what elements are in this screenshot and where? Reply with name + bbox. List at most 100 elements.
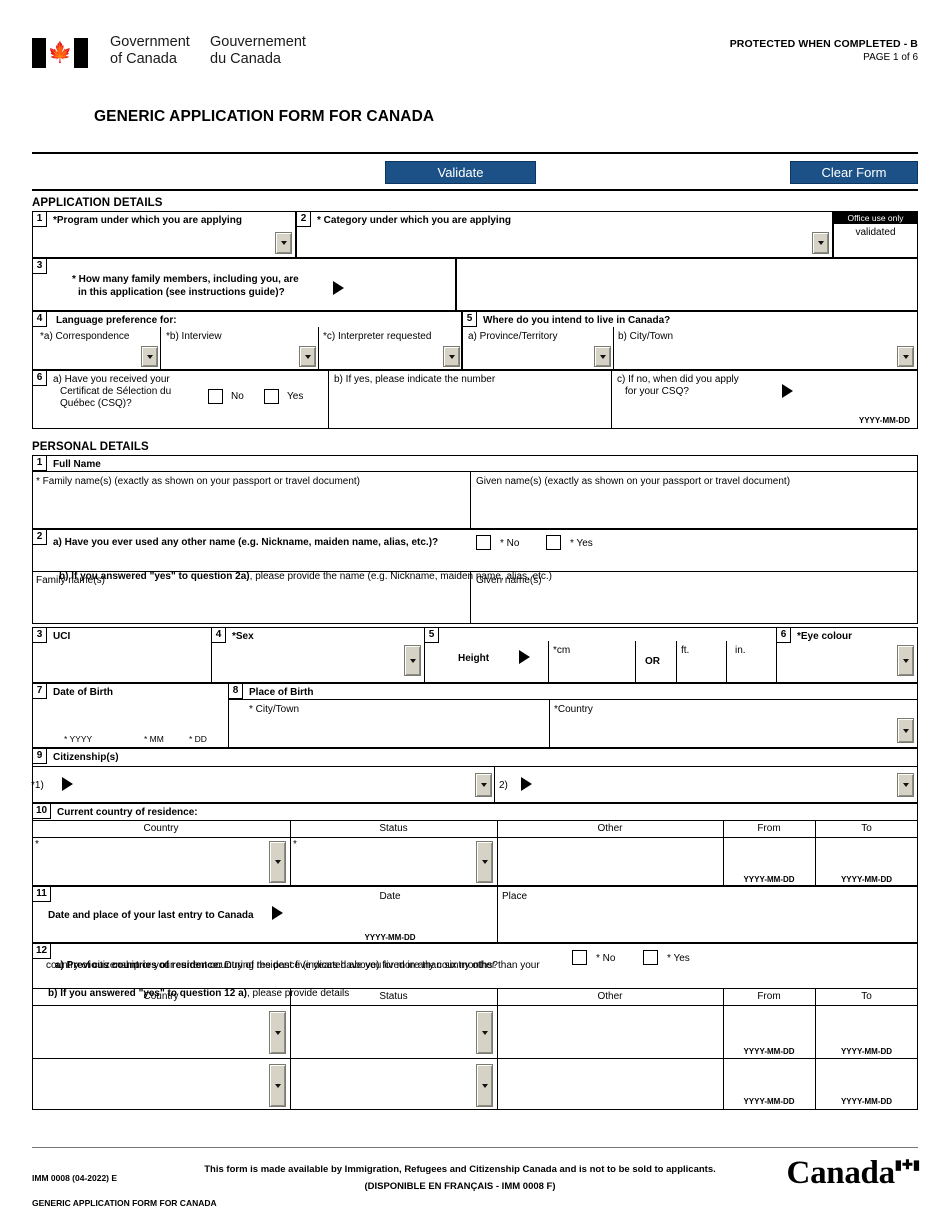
p1-label: Full Name [53,459,101,470]
p9-item2-dropdown[interactable] [897,773,914,797]
p10-row1-status-dropdown[interactable] [476,841,493,883]
p12-row2-country-dropdown[interactable] [269,1064,286,1107]
p8-country-label: *Country [554,704,593,715]
p11-number: 11 [32,886,51,902]
p11-place-label: Place [502,891,528,902]
p10-col-status: Status [379,823,408,834]
p9-divider [494,766,495,803]
p5-number: 5 [424,627,439,643]
clear-form-button[interactable]: Clear Form [790,161,918,184]
p4-sex-label: *Sex [232,631,254,642]
q6-divider-1 [328,370,329,429]
p10-row1-from-format: YYYY-MM-DD [743,875,795,884]
p4-sex-dropdown[interactable] [404,645,421,676]
p2-given-name-label: Given name(s) [476,575,542,586]
p11-label: Date and place of your last entry to Can… [48,910,254,921]
p12-row1-country-dropdown[interactable] [269,1011,286,1054]
p12a-line2: country of citizenship or your current c… [46,960,498,971]
p12-v2 [497,988,498,1110]
p6-number: 6 [776,627,791,643]
p12-row2-status-dropdown[interactable] [476,1064,493,1107]
p12-number: 12 [32,943,51,959]
p2a-yes-checkbox[interactable] [546,535,561,550]
p5-field-pointer-icon [519,650,530,664]
p5-ft-label: ft. [681,645,690,656]
validate-button[interactable]: Validate [385,161,536,184]
canada-wordmark-flag-icon: ▮✚▮ [894,1157,920,1172]
page-number-label: PAGE 1 of 6 [863,52,918,63]
divider-bottom [32,189,918,191]
page-title: GENERIC APPLICATION FORM FOR CANADA [94,108,435,125]
p12-header-top [32,988,918,989]
q4-correspondence-dropdown[interactable] [141,346,158,367]
q1-program-dropdown[interactable] [275,232,292,254]
p7-mm-label: * MM [144,734,164,744]
p10-col-to: To [861,823,872,834]
q3-family-members-input[interactable] [456,258,918,311]
footer-divider [32,1147,918,1148]
canada-flag-icon: 🍁 [32,38,88,68]
q6b-label: b) If yes, please indicate the number [334,374,496,385]
p12-row1-status-dropdown[interactable] [476,1011,493,1054]
q2-label: * Category under which you are applying [317,215,511,226]
p12-row1-to-format: YYYY-MM-DD [840,1047,893,1056]
p2-divider [470,571,471,624]
q6-number: 6 [32,370,47,386]
q6c-date-format: YYYY-MM-DD [858,416,910,425]
q6a-no-checkbox[interactable] [208,389,223,404]
p8-city-label: * City/Town [249,704,300,715]
p12-v1 [290,988,291,1110]
q5-province-label: a) Province/Territory [468,331,558,342]
protected-label: PROTECTED WHEN COMPLETED - B [729,38,918,50]
p10-row1-country-dropdown[interactable] [269,841,286,883]
p12a-no-label: * No [596,953,616,964]
p4-number: 4 [211,627,226,643]
p1-family-name-label: * Family name(s) (exactly as shown on yo… [36,476,361,487]
q3-label-line2: in this application (see instructions gu… [78,287,285,298]
p9-item1-pointer-icon [62,777,73,791]
q6c-line1: c) If no, when did you apply [617,374,739,385]
q6-divider-2 [611,370,612,429]
q5-province-dropdown[interactable] [594,346,611,367]
q4-label: Language preference for: [56,315,177,326]
q6a-yes-checkbox[interactable] [264,389,279,404]
q5-city-dropdown[interactable] [897,346,914,367]
p5-in-left-divider [726,641,727,683]
p8-country-divider [549,699,550,748]
q4-interview-dropdown[interactable] [299,346,316,367]
p10-v2 [497,820,498,886]
q2-category-dropdown[interactable] [812,232,829,254]
q4-divider-2 [318,327,319,370]
form-toolbar: Validate Clear Form [32,161,918,184]
p12a-yes-checkbox[interactable] [643,950,658,965]
p7-dd-label: * DD [189,734,207,744]
p11-divider [497,886,498,943]
p12a-no-checkbox[interactable] [572,950,587,965]
goc-fr-line1: Gouvernement [210,34,306,50]
p12-col-status: Status [379,991,408,1002]
p10-col-from: From [757,823,781,834]
p5-ft-left-divider [676,641,677,683]
q1-number: 1 [32,211,47,227]
p9-number: 9 [32,748,47,764]
q4-interpreter-dropdown[interactable] [443,346,460,367]
goc-fr-line2: du Canada [210,51,281,67]
p7-yyyy-label: * YYYY [64,734,93,744]
p8-country-dropdown[interactable] [897,718,914,743]
p6-eye-colour-dropdown[interactable] [897,645,914,676]
p5-cm-label: *cm [553,645,571,656]
office-validated-label: validated [855,227,896,238]
q4-number: 4 [32,311,47,327]
p10-header-bottom [32,837,918,838]
p2-inner-top [32,571,918,572]
protected-marking: PROTECTED WHEN COMPLETED - B PAGE 1 of 6 [730,38,918,63]
q3-label-line1: * How many family members, including you… [72,274,299,285]
p2a-yes-label: * Yes [570,538,593,549]
p2a-no-checkbox[interactable] [476,535,491,550]
government-of-canada-wordmark-fr: Gouvernement du Canada [210,34,306,68]
p2-family-name-label: Family name(s) [36,575,105,586]
p9-item1-dropdown[interactable] [475,773,492,797]
p5-height-label: Height [458,653,490,664]
canada-wordmark: Canada▮✚▮ [787,1157,920,1190]
p10-col-country: Country [143,823,179,834]
